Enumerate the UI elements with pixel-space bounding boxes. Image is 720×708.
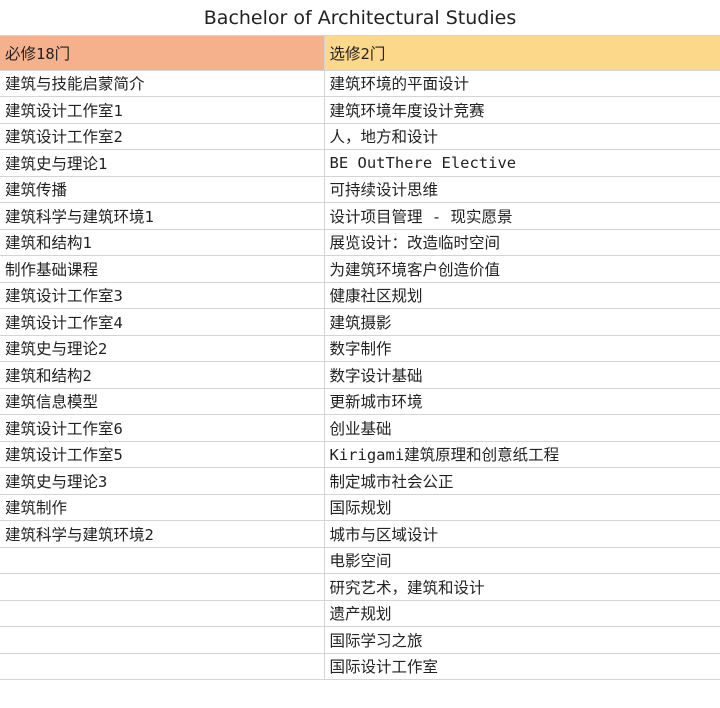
required-course-cell[interactable]: 建筑设计工作室3	[0, 281, 325, 309]
table-row: 建筑史与理论1 BE OutThere Elective	[0, 149, 720, 177]
course-sheet: Bachelor of Architectural Studies 必修18门 …	[0, 0, 720, 708]
elective-course-cell[interactable]: 数字设计基础	[323, 361, 720, 389]
header-row: 必修18门 选修2门	[0, 36, 720, 71]
required-course-cell[interactable]: 建筑信息模型	[0, 387, 325, 415]
table-row: 建筑与技能启蒙简介 建筑环境的平面设计	[0, 69, 720, 97]
elective-course-cell[interactable]: 健康社区规划	[323, 281, 720, 309]
table-row: 遗产规划	[0, 599, 720, 627]
required-course-cell[interactable]: 建筑史与理论2	[0, 334, 325, 362]
required-course-cell[interactable]: 制作基础课程	[0, 255, 325, 283]
required-course-cell[interactable]	[0, 652, 325, 680]
table-row: 建筑科学与建筑环境1 设计项目管理 - 现实愿景	[0, 202, 720, 230]
table-row: 建筑设计工作室3 健康社区规划	[0, 281, 720, 309]
required-course-cell[interactable]	[0, 599, 325, 627]
required-course-cell[interactable]: 建筑与技能启蒙简介	[0, 69, 325, 97]
required-course-cell[interactable]	[0, 546, 325, 574]
elective-course-cell[interactable]: 为建筑环境客户创造价值	[323, 255, 720, 283]
required-course-cell[interactable]: 建筑设计工作室6	[0, 414, 325, 442]
table-row: 建筑科学与建筑环境2 城市与区域设计	[0, 520, 720, 548]
required-course-cell[interactable]: 建筑制作	[0, 493, 325, 521]
required-course-cell[interactable]: 建筑设计工作室2	[0, 122, 325, 150]
required-course-cell[interactable]: 建筑科学与建筑环境1	[0, 202, 325, 230]
elective-course-cell[interactable]: Kirigami建筑原理和创意纸工程	[323, 440, 720, 468]
elective-course-cell[interactable]: BE OutThere Elective	[323, 149, 720, 177]
table-row: 国际学习之旅	[0, 626, 720, 654]
table-row: 研究艺术，建筑和设计	[0, 573, 720, 601]
required-course-cell[interactable]	[0, 573, 325, 601]
elective-course-cell[interactable]: 更新城市环境	[323, 387, 720, 415]
required-course-cell[interactable]: 建筑史与理论1	[0, 149, 325, 177]
required-course-cell[interactable]: 建筑和结构2	[0, 361, 325, 389]
elective-course-cell[interactable]: 电影空间	[323, 546, 720, 574]
table-row: 制作基础课程 为建筑环境客户创造价值	[0, 255, 720, 283]
elective-course-cell[interactable]: 制定城市社会公正	[323, 467, 720, 495]
elective-course-cell[interactable]: 建筑摄影	[323, 308, 720, 336]
elective-course-cell[interactable]: 展览设计：改造临时空间	[323, 228, 720, 256]
sheet-title: Bachelor of Architectural Studies	[0, 0, 720, 36]
elective-course-cell[interactable]: 研究艺术，建筑和设计	[323, 573, 720, 601]
table-row: 建筑设计工作室4 建筑摄影	[0, 308, 720, 336]
elective-course-cell[interactable]: 设计项目管理 - 现实愿景	[323, 202, 720, 230]
required-course-cell[interactable]: 建筑传播	[0, 175, 325, 203]
table-row: 建筑制作 国际规划	[0, 493, 720, 521]
elective-course-cell[interactable]: 人，地方和设计	[323, 122, 720, 150]
table-row: 建筑史与理论3 制定城市社会公正	[0, 467, 720, 495]
required-course-cell[interactable]	[0, 626, 325, 654]
required-courses-header[interactable]: 必修18门	[0, 36, 325, 71]
elective-course-cell[interactable]: 国际规划	[323, 493, 720, 521]
table-row: 建筑和结构2 数字设计基础	[0, 361, 720, 389]
required-course-cell[interactable]: 建筑史与理论3	[0, 467, 325, 495]
table-row: 建筑史与理论2 数字制作	[0, 334, 720, 362]
required-course-cell[interactable]: 建筑设计工作室4	[0, 308, 325, 336]
elective-course-cell[interactable]: 可持续设计思维	[323, 175, 720, 203]
required-course-cell[interactable]: 建筑设计工作室1	[0, 96, 325, 124]
table-row: 建筑传播 可持续设计思维	[0, 175, 720, 203]
table-row: 建筑设计工作室6 创业基础	[0, 414, 720, 442]
elective-course-cell[interactable]: 建筑环境年度设计竞赛	[323, 96, 720, 124]
elective-course-cell[interactable]: 创业基础	[323, 414, 720, 442]
required-course-cell[interactable]: 建筑科学与建筑环境2	[0, 520, 325, 548]
table-row: 建筑设计工作室2 人，地方和设计	[0, 122, 720, 150]
table-row: 国际设计工作室	[0, 652, 720, 680]
elective-course-cell[interactable]: 国际设计工作室	[323, 652, 720, 680]
elective-course-cell[interactable]: 城市与区域设计	[323, 520, 720, 548]
table-row: 建筑设计工作室1 建筑环境年度设计竞赛	[0, 96, 720, 124]
course-table-body: 建筑与技能启蒙简介 建筑环境的平面设计 建筑设计工作室1 建筑环境年度设计竞赛 建筑设计…	[0, 69, 720, 680]
elective-course-cell[interactable]: 数字制作	[323, 334, 720, 362]
required-course-cell[interactable]: 建筑设计工作室5	[0, 440, 325, 468]
required-course-cell[interactable]: 建筑和结构1	[0, 228, 325, 256]
elective-course-cell[interactable]: 遗产规划	[323, 599, 720, 627]
course-table: 必修18门 选修2门 建筑与技能启蒙简介 建筑环境的平面设计 建筑设计工作室1 建筑环…	[0, 36, 720, 680]
table-row: 建筑和结构1 展览设计：改造临时空间	[0, 228, 720, 256]
table-row: 电影空间	[0, 546, 720, 574]
elective-course-cell[interactable]: 国际学习之旅	[323, 626, 720, 654]
table-row: 建筑设计工作室5 Kirigami建筑原理和创意纸工程	[0, 440, 720, 468]
elective-courses-header[interactable]: 选修2门	[323, 36, 720, 71]
elective-course-cell[interactable]: 建筑环境的平面设计	[323, 69, 720, 97]
table-row: 建筑信息模型 更新城市环境	[0, 387, 720, 415]
